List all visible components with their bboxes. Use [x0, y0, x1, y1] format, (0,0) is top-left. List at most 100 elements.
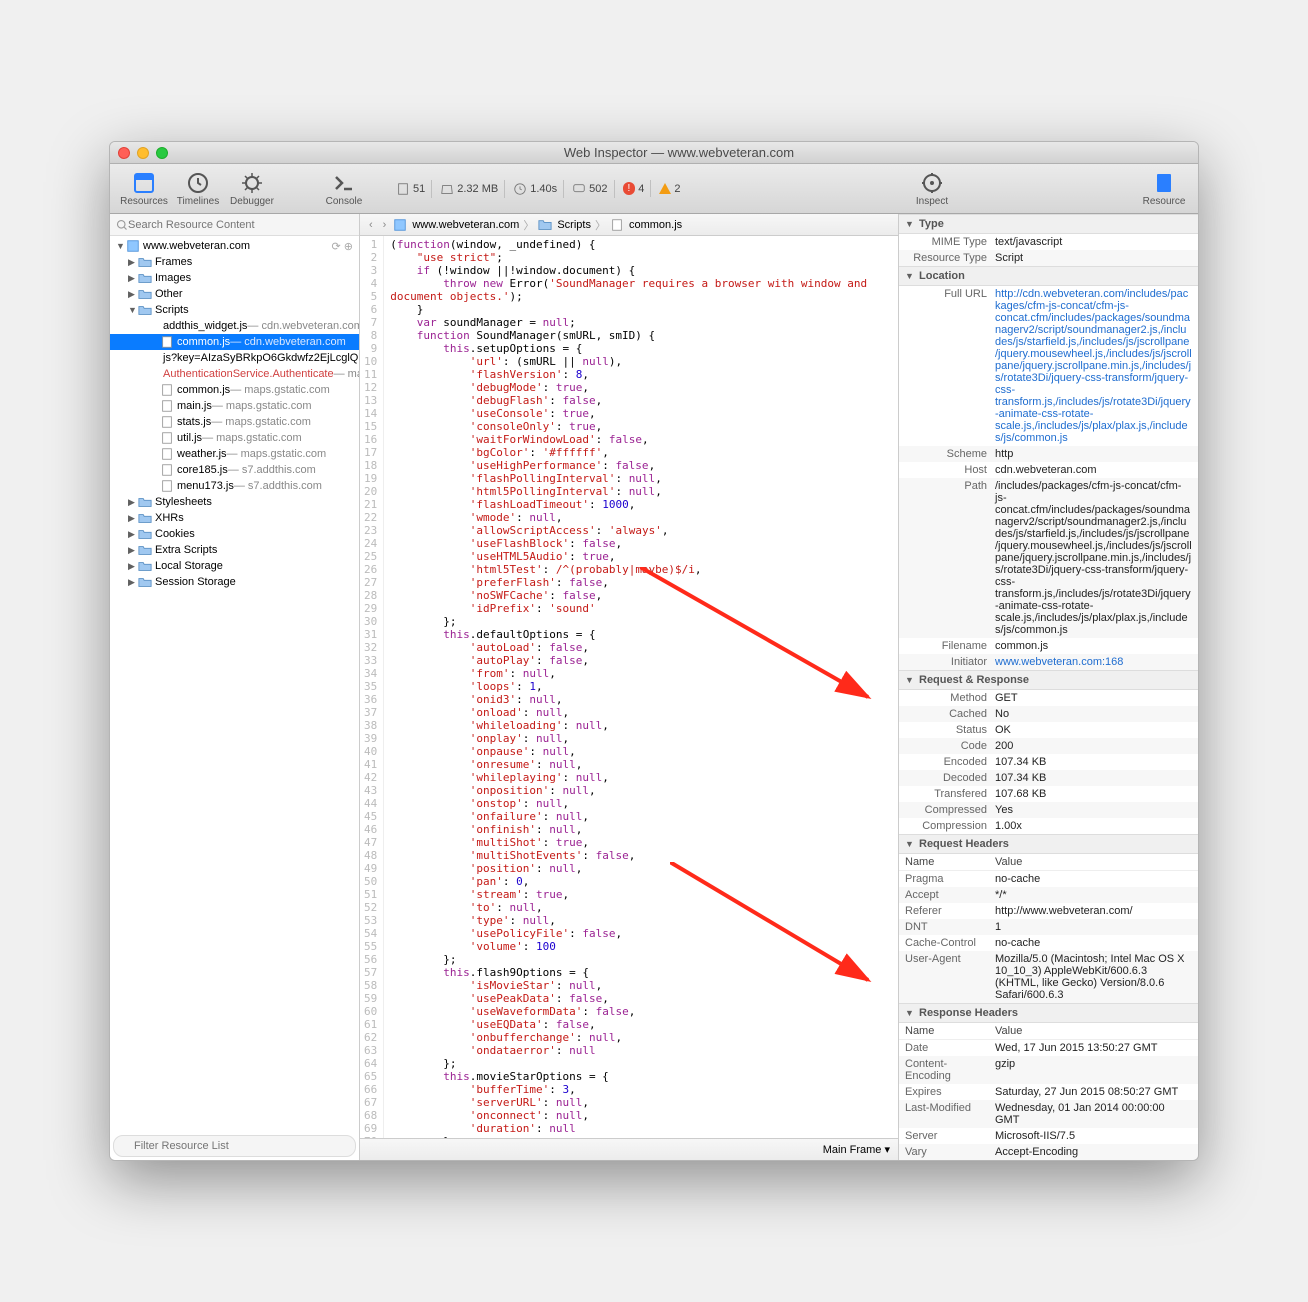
tree-folder-cookies[interactable]: ▶Cookies — [110, 526, 359, 542]
tree-folder-extra[interactable]: ▶Extra Scripts — [110, 542, 359, 558]
details-panel: ▼TypeMIME Typetext/javascriptResource Ty… — [898, 214, 1198, 1160]
resource-panel-button[interactable]: Resource — [1138, 169, 1190, 209]
detail-row: Path/includes/packages/cfm-js-concat/cfm… — [899, 478, 1198, 638]
nav-fwd[interactable]: › — [380, 219, 390, 231]
error-badge: ! — [623, 182, 636, 195]
inspect-button[interactable]: Inspect — [906, 169, 958, 209]
maximize-button[interactable] — [156, 147, 168, 159]
detail-row: CompressedYes — [899, 802, 1198, 818]
stat-size: 2.32 MB — [434, 180, 505, 198]
stats-bar: 51 2.32 MB 1.40s 502 !4 2 — [390, 180, 687, 198]
section-header[interactable]: ▼Location — [899, 266, 1198, 286]
tree-folder-images[interactable]: ▶Images — [110, 270, 359, 286]
section-header[interactable]: ▼Type — [899, 214, 1198, 234]
req-header-row: User-AgentMozilla/5.0 (Macintosh; Intel … — [899, 951, 1198, 1003]
debugger-tab[interactable]: Debugger — [226, 169, 278, 209]
tree-folder-local[interactable]: ▶Local Storage — [110, 558, 359, 574]
tree-folder-frames[interactable]: ▶Frames — [110, 254, 359, 270]
tree-script-6[interactable]: stats.js — maps.gstatic.com — [110, 414, 359, 430]
stat-files: 51 — [390, 180, 432, 198]
nav-back[interactable]: ‹ — [366, 219, 376, 231]
filter-bar[interactable] — [113, 1135, 356, 1157]
detail-row: StatusOK — [899, 722, 1198, 738]
res-header-row: Last-ModifiedWednesday, 01 Jan 2014 00:0… — [899, 1100, 1198, 1128]
resources-tab[interactable]: Resources — [118, 169, 170, 209]
close-button[interactable] — [118, 147, 130, 159]
tree-folder-stylesheets[interactable]: ▶Stylesheets — [110, 494, 359, 510]
header-columns: NameValue — [899, 1023, 1198, 1040]
res-header-row: DateWed, 17 Jun 2015 13:50:27 GMT — [899, 1040, 1198, 1056]
search-icon — [116, 219, 128, 231]
tree-script-1[interactable]: common.js — cdn.webveteran.com — [110, 334, 359, 350]
detail-row: Encoded107.34 KB — [899, 754, 1198, 770]
toolbar: Resources Timelines Debugger Console 51 … — [110, 164, 1198, 214]
stat-warnings: 2 — [653, 181, 686, 197]
frame-selector[interactable]: Main Frame ▾ — [823, 1143, 890, 1156]
console-tab[interactable]: Console — [318, 169, 370, 209]
warning-badge — [659, 183, 671, 194]
res-header-row: ExpiresSaturday, 27 Jun 2015 08:50:27 GM… — [899, 1084, 1198, 1100]
detail-row: Schemehttp — [899, 446, 1198, 462]
res-header-row: VaryAccept-Encoding — [899, 1144, 1198, 1160]
detail-row: Hostcdn.webveteran.com — [899, 462, 1198, 478]
req-header-row: Accept*/* — [899, 887, 1198, 903]
resource-tree: ▼www.webveteran.com⟳ ⊕▶Frames▶Images▶Oth… — [110, 236, 359, 1132]
tree-folder-scripts[interactable]: ▼Scripts — [110, 302, 359, 318]
req-header-row: Pragmano-cache — [899, 871, 1198, 887]
detail-row: Resource TypeScript — [899, 250, 1198, 266]
detail-row: MIME Typetext/javascript — [899, 234, 1198, 250]
clock-icon — [513, 182, 527, 196]
detail-row: Filenamecommon.js — [899, 638, 1198, 654]
tree-script-7[interactable]: util.js — maps.gstatic.com — [110, 430, 359, 446]
req-header-row: DNT1 — [899, 919, 1198, 935]
bc-folder[interactable]: Scripts — [538, 218, 591, 232]
message-icon — [572, 182, 586, 196]
titlebar: Web Inspector — www.webveteran.com — [110, 142, 1198, 164]
tree-script-0[interactable]: addthis_widget.js — cdn.webveteran.com — [110, 318, 359, 334]
detail-row: CachedNo — [899, 706, 1198, 722]
detail-row: Compression1.00x — [899, 818, 1198, 834]
window-title: Web Inspector — www.webveteran.com — [168, 145, 1190, 160]
stat-logs: 502 — [566, 180, 614, 198]
footer-bar: Main Frame ▾ — [360, 1138, 898, 1160]
tree-script-9[interactable]: core185.js — s7.addthis.com — [110, 462, 359, 478]
tree-folder-xhrs[interactable]: ▶XHRs — [110, 510, 359, 526]
res-header-row: ServerMicrosoft-IIS/7.5 — [899, 1128, 1198, 1144]
tree-script-5[interactable]: main.js — maps.gstatic.com — [110, 398, 359, 414]
weight-icon — [440, 182, 454, 196]
timelines-tab[interactable]: Timelines — [172, 169, 224, 209]
code-panel: ‹ › www.webveteran.com 〉 Scripts 〉 commo… — [360, 214, 898, 1160]
tree-root[interactable]: ▼www.webveteran.com⟳ ⊕ — [110, 238, 359, 254]
stat-time: 1.40s — [507, 180, 564, 198]
search-input[interactable] — [128, 219, 353, 231]
detail-row: Code200 — [899, 738, 1198, 754]
tree-folder-other[interactable]: ▶Other — [110, 286, 359, 302]
source-code[interactable]: 1234567891011121314151617181920212223242… — [360, 236, 898, 1138]
filter-input[interactable] — [134, 1140, 349, 1152]
bc-host[interactable]: www.webveteran.com — [393, 218, 519, 232]
sidebar: ▼www.webveteran.com⟳ ⊕▶Frames▶Images▶Oth… — [110, 214, 360, 1160]
header-columns: NameValue — [899, 854, 1198, 871]
stat-errors: !4 — [617, 180, 652, 197]
section-header[interactable]: ▼Response Headers — [899, 1003, 1198, 1023]
search-bar[interactable] — [110, 214, 359, 236]
detail-row: Initiatorwww.webveteran.com:168 — [899, 654, 1198, 670]
req-header-row: Refererhttp://www.webveteran.com/ — [899, 903, 1198, 919]
bc-file[interactable]: common.js — [610, 218, 682, 232]
req-header-row: Cache-Controlno-cache — [899, 935, 1198, 951]
res-header-row: Content-Encodinggzip — [899, 1056, 1198, 1084]
detail-row: MethodGET — [899, 690, 1198, 706]
minimize-button[interactable] — [137, 147, 149, 159]
breadcrumb: ‹ › www.webveteran.com 〉 Scripts 〉 commo… — [360, 214, 898, 236]
tree-folder-session[interactable]: ▶Session Storage — [110, 574, 359, 590]
tree-script-10[interactable]: menu173.js — s7.addthis.com — [110, 478, 359, 494]
detail-row: Full URLhttp://cdn.webveteran.com/includ… — [899, 286, 1198, 446]
tree-script-8[interactable]: weather.js — maps.gstatic.com — [110, 446, 359, 462]
tree-script-2[interactable]: js?key=AIzaSyBRkpO6Gkdwfz2EjLcglQ7c… — [110, 350, 359, 366]
detail-row: Transfered107.68 KB — [899, 786, 1198, 802]
section-header[interactable]: ▼Request & Response — [899, 670, 1198, 690]
section-header[interactable]: ▼Request Headers — [899, 834, 1198, 854]
detail-row: Decoded107.34 KB — [899, 770, 1198, 786]
tree-script-4[interactable]: common.js — maps.gstatic.com — [110, 382, 359, 398]
tree-script-3[interactable]: AuthenticationService.Authenticate — ma… — [110, 366, 359, 382]
